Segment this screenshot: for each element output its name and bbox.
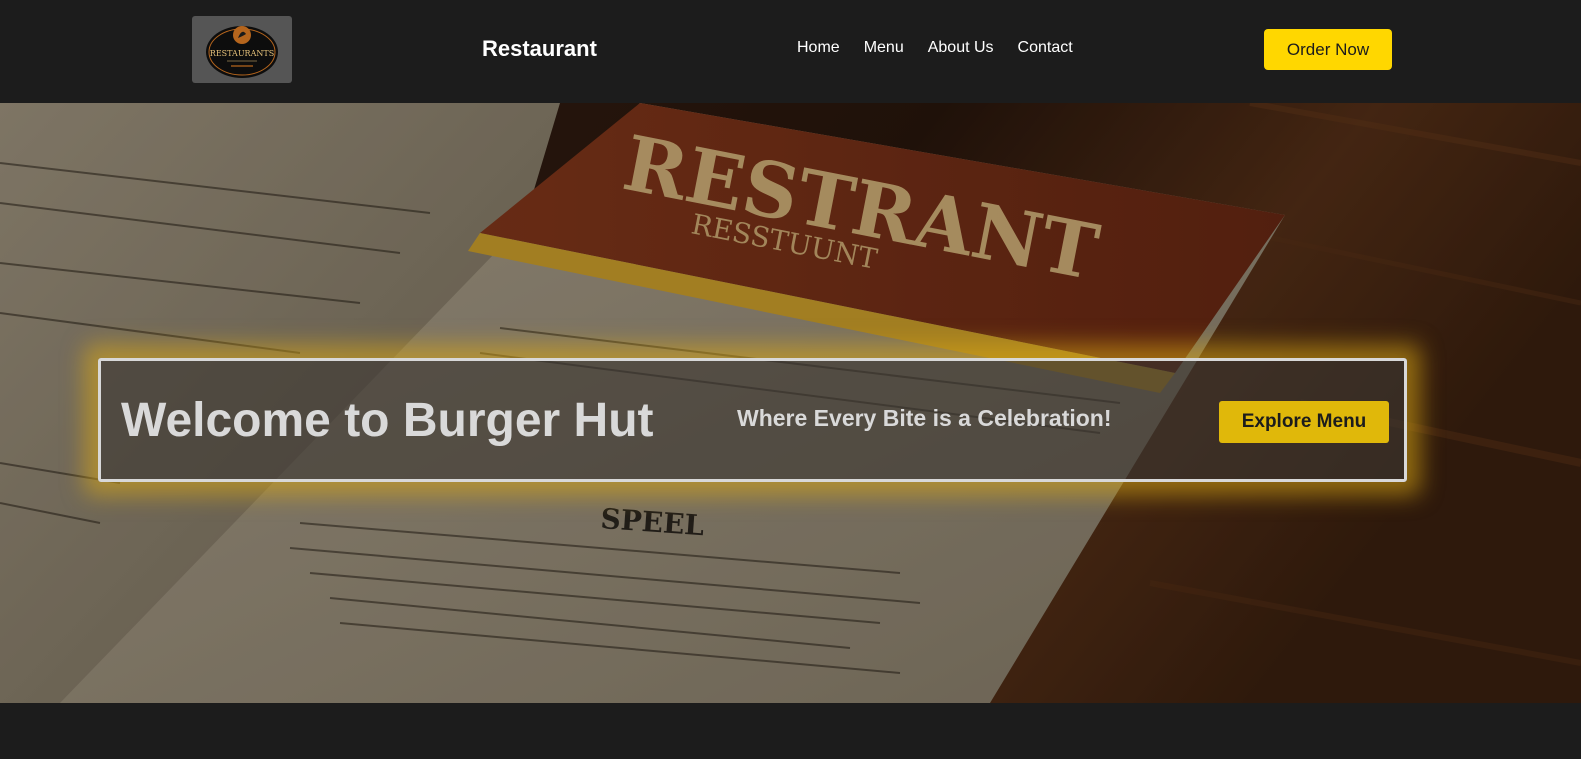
logo[interactable]: RESTAURANTS xyxy=(192,16,292,83)
nav-home[interactable]: Home xyxy=(797,38,840,58)
main-nav: Home Menu About Us Contact xyxy=(797,38,1097,58)
logo-text: RESTAURANTS xyxy=(210,49,274,58)
explore-menu-button[interactable]: Explore Menu xyxy=(1219,401,1389,443)
hero-banner: Welcome to Burger Hut Where Every Bite i… xyxy=(98,358,1407,482)
hero-title: Welcome to Burger Hut xyxy=(121,394,654,447)
navbar: RESTAURANTS Restaurant Home Menu About U… xyxy=(0,0,1581,103)
brand-name[interactable]: Restaurant xyxy=(482,35,597,63)
nav-contact[interactable]: Contact xyxy=(1018,38,1073,58)
nav-menu[interactable]: Menu xyxy=(864,38,904,58)
restaurant-logo-icon: RESTAURANTS xyxy=(206,25,278,78)
hero-tagline: Where Every Bite is a Celebration! xyxy=(737,405,1112,431)
order-now-button[interactable]: Order Now xyxy=(1264,29,1392,70)
page-bottom-band xyxy=(0,703,1581,759)
hero-section: RESTRANT RESSTUUNT SPEEL Welcome to Burg… xyxy=(0,103,1581,703)
nav-about-us[interactable]: About Us xyxy=(928,38,994,58)
